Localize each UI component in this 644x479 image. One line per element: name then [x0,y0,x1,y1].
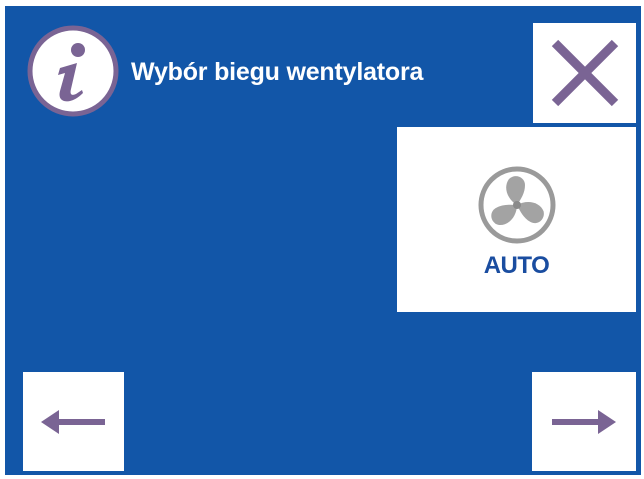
arrow-right-icon [552,410,616,434]
fan-speed-screen: Wybór biegu wentylatora AUTO [5,6,641,475]
mode-auto-label: AUTO [483,252,550,279]
arrow-left-icon [41,410,105,434]
prev-button[interactable] [23,372,124,471]
mode-auto-button[interactable]: AUTO [397,127,636,312]
fan-icon [477,165,557,245]
next-button[interactable] [532,372,636,471]
page-title: Wybór biegu wentylatora [131,58,424,86]
close-button[interactable] [533,23,636,123]
close-icon [551,39,619,107]
info-icon [27,25,119,117]
